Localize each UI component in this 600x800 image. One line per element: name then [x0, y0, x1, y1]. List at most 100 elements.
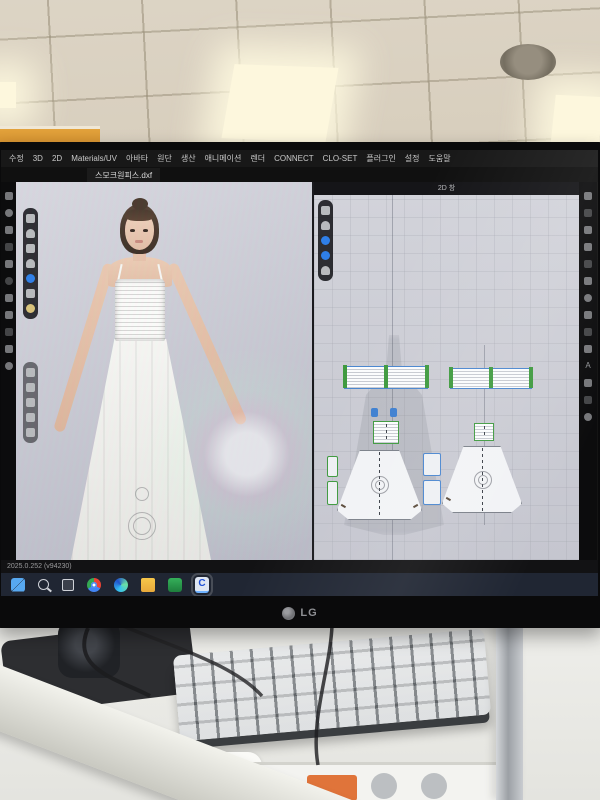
- view2d-toolbar: [318, 200, 333, 281]
- info-icon[interactable]: [321, 236, 330, 245]
- lg-logo-text: LG: [300, 607, 317, 619]
- left-toolbar-icon[interactable]: [5, 362, 13, 370]
- right-toolbar-icon[interactable]: [584, 260, 592, 268]
- ceiling-speaker: [500, 44, 556, 80]
- right-toolbar-icon[interactable]: [584, 379, 592, 387]
- show-avatar-icon[interactable]: [26, 214, 35, 223]
- pattern-smock-panel-right[interactable]: [474, 423, 494, 441]
- ceiling-light-center: [221, 64, 338, 142]
- pattern-side-piece[interactable]: [327, 456, 338, 477]
- ceiling-light-left: [0, 82, 16, 108]
- avatar-pose-icon[interactable]: [26, 259, 35, 268]
- left-toolbar-icon[interactable]: [5, 226, 13, 234]
- left-toolbar-icon[interactable]: [5, 328, 13, 336]
- menu-item-avatar[interactable]: 아바타: [126, 153, 148, 164]
- pattern-side-piece[interactable]: [423, 453, 441, 476]
- pattern-side-piece[interactable]: [423, 480, 441, 505]
- left-toolbar-icon[interactable]: [5, 345, 13, 353]
- snap-icon[interactable]: [26, 413, 35, 422]
- green-app-icon[interactable]: [168, 578, 182, 592]
- menu-item-render[interactable]: 렌더: [250, 153, 265, 164]
- windows-taskbar: C: [1, 573, 598, 596]
- left-toolbar-icon[interactable]: [5, 294, 13, 302]
- right-toolbar-icon[interactable]: [584, 294, 592, 302]
- tab-bar: 스모크원피스.dxf: [1, 167, 598, 182]
- menu-item-3d[interactable]: 3D: [33, 154, 43, 163]
- menu-item-animation[interactable]: 애니메이션: [205, 153, 242, 164]
- pattern-strap-piece[interactable]: [390, 408, 397, 417]
- menu-item-connect[interactable]: CONNECT: [274, 154, 314, 163]
- garment-icon[interactable]: [321, 266, 330, 275]
- menu-item-materials-uv[interactable]: Materials/UV: [71, 154, 117, 163]
- lg-logo-icon: [282, 607, 295, 620]
- avatar-hairline: [125, 209, 154, 221]
- right-toolbar-icon[interactable]: [584, 345, 592, 353]
- left-toolbar-icon[interactable]: [5, 311, 13, 319]
- right-toolbar-icon[interactable]: [584, 277, 592, 285]
- pattern-bodice-band-left[interactable]: [344, 366, 428, 389]
- pattern-strap-piece[interactable]: [371, 408, 378, 417]
- left-toolbar-icon[interactable]: [5, 209, 13, 217]
- content-row: 2D 창: [1, 182, 598, 560]
- avatar-right-eye: [143, 229, 148, 232]
- menu-item-help[interactable]: 도움말: [429, 153, 451, 164]
- edit-pattern-icon[interactable]: [321, 206, 330, 215]
- left-toolbar-icon[interactable]: [5, 260, 13, 268]
- pattern-smock-panel-left[interactable]: [373, 421, 399, 444]
- snap-icon[interactable]: [26, 428, 35, 437]
- left-app-toolbar: [1, 182, 16, 560]
- right-toolbar-icon[interactable]: [584, 396, 592, 404]
- left-toolbar-icon[interactable]: [5, 192, 13, 200]
- tray-roll-1: [371, 773, 397, 799]
- right-toolbar-icon[interactable]: [584, 311, 592, 319]
- menu-item-fabric[interactable]: 원단: [157, 153, 172, 164]
- search-icon[interactable]: [38, 579, 49, 590]
- start-button-icon[interactable]: [11, 578, 25, 592]
- clo-app-icon[interactable]: C: [195, 577, 209, 593]
- viewport-2d[interactable]: 2D 창: [314, 182, 579, 560]
- left-toolbar-icon[interactable]: [5, 243, 13, 251]
- menu-item-2d[interactable]: 2D: [52, 154, 62, 163]
- right-toolbar-icon[interactable]: [584, 226, 592, 234]
- show-garment-icon[interactable]: [26, 229, 35, 238]
- dress-smocked-bodice[interactable]: [115, 279, 165, 341]
- panel-2d-titlebar: 2D 창: [314, 182, 579, 195]
- pattern-icon[interactable]: [321, 221, 330, 230]
- text-tool-icon[interactable]: A: [585, 362, 590, 370]
- screen: 수정 3D 2D Materials/UV 아바타 원단 생산 애니메이션 렌더…: [1, 150, 598, 596]
- monitor-stand: [496, 612, 523, 800]
- edge-icon[interactable]: [114, 578, 128, 592]
- pose-icon[interactable]: [26, 304, 35, 313]
- fabric-selected-icon[interactable]: [26, 274, 35, 283]
- file-explorer-icon[interactable]: [141, 578, 155, 592]
- right-toolbar-icon[interactable]: [584, 243, 592, 251]
- right-toolbar-icon[interactable]: [584, 328, 592, 336]
- right-toolbar-icon[interactable]: [584, 209, 592, 217]
- menu-bar: 수정 3D 2D Materials/UV 아바타 원단 생산 애니메이션 렌더…: [1, 150, 598, 167]
- snap-icon[interactable]: [26, 383, 35, 392]
- menu-item-plugin[interactable]: 플러그인: [366, 153, 395, 164]
- chrome-icon[interactable]: [87, 578, 101, 592]
- snap-icon[interactable]: [26, 368, 35, 377]
- right-app-toolbar: A: [579, 182, 597, 560]
- menu-item-edit[interactable]: 수정: [9, 153, 24, 164]
- snap-icon[interactable]: [26, 398, 35, 407]
- pattern-canvas[interactable]: [314, 195, 579, 560]
- right-toolbar-icon[interactable]: [584, 192, 592, 200]
- left-toolbar-icon[interactable]: [5, 277, 13, 285]
- pattern-skirt-back[interactable]: [442, 446, 522, 513]
- menu-item-clo-set[interactable]: CLO-SET: [323, 154, 358, 163]
- show-pin-icon[interactable]: [26, 244, 35, 253]
- skirt-pattern-circle: [135, 487, 149, 501]
- pattern-bodice-band-right[interactable]: [450, 368, 532, 389]
- task-view-icon[interactable]: [62, 579, 74, 591]
- right-toolbar-icon[interactable]: [584, 413, 592, 421]
- viewport-3d[interactable]: [16, 182, 312, 560]
- measure-icon[interactable]: [26, 289, 35, 298]
- pattern-side-piece[interactable]: [327, 481, 338, 505]
- menu-item-production[interactable]: 생산: [181, 153, 196, 164]
- fabric-icon[interactable]: [321, 251, 330, 260]
- avatar-lips: [135, 240, 143, 243]
- skirt-pattern-circle: [133, 517, 151, 535]
- menu-item-settings[interactable]: 설정: [405, 153, 420, 164]
